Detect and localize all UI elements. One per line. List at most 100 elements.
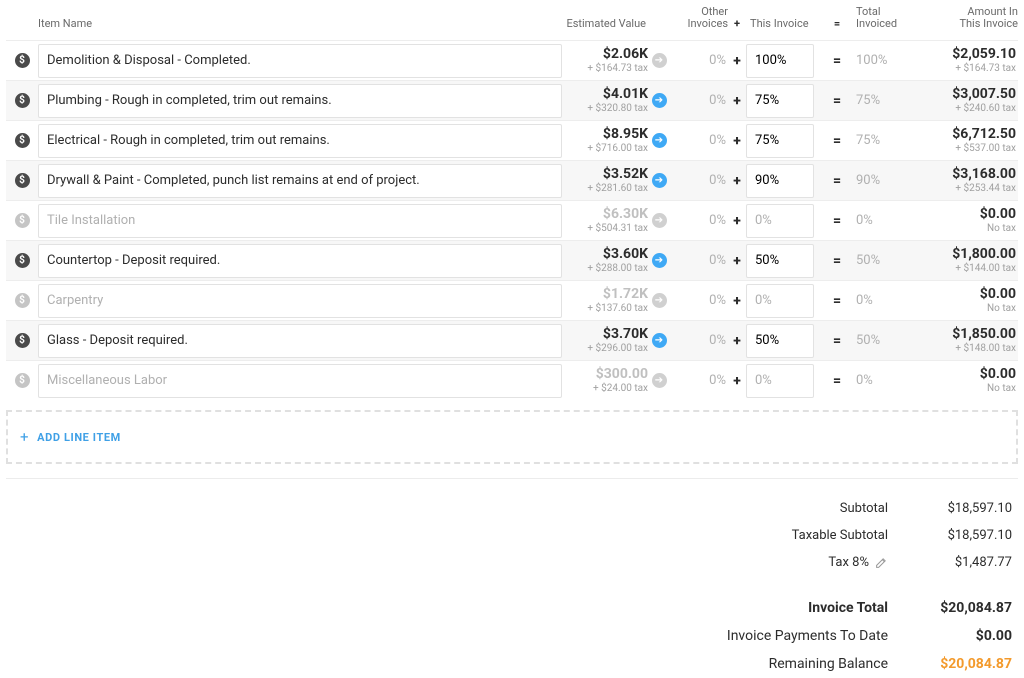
equals-icon: = (822, 293, 852, 309)
table-row: $ Tile Installation $6.30K + $504.31 tax… (6, 200, 1018, 240)
this-invoice-input[interactable] (746, 244, 814, 278)
total-invoiced-value: 100% (852, 53, 908, 68)
dollar-icon: $ (6, 253, 38, 268)
other-invoices-value: 0% (668, 173, 728, 188)
item-name-input[interactable]: Miscellaneous Labor (38, 364, 562, 398)
item-name-input[interactable]: Electrical - Rough in completed, trim ou… (38, 124, 562, 158)
estimated-value: $1.72K + $137.60 tax (562, 287, 650, 313)
header-item-name: Item Name (38, 17, 562, 30)
this-invoice-input[interactable] (746, 284, 814, 318)
dollar-icon: $ (6, 93, 38, 108)
estimated-value: $300.00 + $24.00 tax (562, 367, 650, 393)
amount-value: $0.00 No tax (908, 207, 1018, 233)
copy-arrow-icon[interactable]: ➔ (650, 293, 668, 308)
subtotal-value: $18,597.10 (928, 501, 1012, 516)
remaining-balance-value: $20,084.87 (928, 656, 1012, 672)
other-invoices-value: 0% (668, 53, 728, 68)
table-row: $ Countertop - Deposit required. $3.60K … (6, 240, 1018, 280)
other-invoices-value: 0% (668, 333, 728, 348)
estimated-value: $3.60K + $288.00 tax (562, 247, 650, 273)
remaining-balance-label: Remaining Balance (728, 656, 888, 672)
item-name-input[interactable]: Countertop - Deposit required. (38, 244, 562, 278)
copy-arrow-icon[interactable]: ➔ (650, 213, 668, 228)
amount-value: $3,168.00 + $253.44 tax (908, 167, 1018, 193)
header-estimated: Estimated Value (562, 17, 650, 30)
item-name-input[interactable]: Carpentry (38, 284, 562, 318)
header-other-invoices: Other Invoices (668, 6, 728, 30)
amount-value: $2,059.10 + $164.73 tax (908, 47, 1018, 73)
other-invoices-value: 0% (668, 133, 728, 148)
copy-arrow-icon[interactable]: ➔ (650, 53, 668, 68)
dollar-icon: $ (6, 213, 38, 228)
this-invoice-input[interactable] (746, 84, 814, 118)
header-this-invoice: This Invoice (746, 17, 822, 30)
dollar-icon: $ (6, 53, 38, 68)
estimated-value: $3.70K + $296.00 tax (562, 327, 650, 353)
plus-icon: + (728, 93, 746, 109)
total-invoiced-value: 75% (852, 93, 908, 108)
this-invoice-input[interactable] (746, 44, 814, 78)
other-invoices-value: 0% (668, 293, 728, 308)
this-invoice-input[interactable] (746, 124, 814, 158)
plus-icon: + (728, 373, 746, 389)
table-header: Item Name Estimated Value Other Invoices… (6, 0, 1018, 40)
copy-arrow-icon[interactable]: ➔ (650, 173, 668, 188)
item-name-input[interactable]: Demolition & Disposal - Completed. (38, 44, 562, 78)
tax-label: Tax 8% (728, 555, 888, 570)
taxable-subtotal-label: Taxable Subtotal (728, 528, 888, 543)
dollar-icon: $ (6, 333, 38, 348)
payments-label: Invoice Payments To Date (727, 628, 888, 644)
divider (6, 478, 1018, 479)
add-line-item-label: ADD LINE ITEM (37, 431, 121, 444)
this-invoice-input[interactable] (746, 164, 814, 198)
this-invoice-input[interactable] (746, 204, 814, 238)
copy-arrow-icon[interactable]: ➔ (650, 333, 668, 348)
plus-icon: + (728, 173, 746, 189)
plus-icon: + (20, 428, 29, 446)
invoice-total-value: $20,084.87 (928, 600, 1012, 616)
copy-arrow-icon[interactable]: ➔ (650, 133, 668, 148)
table-row: $ Plumbing - Rough in completed, trim ou… (6, 80, 1018, 120)
dollar-icon: $ (6, 293, 38, 308)
item-name-input[interactable]: Tile Installation (38, 204, 562, 238)
this-invoice-input[interactable] (746, 324, 814, 358)
equals-icon: = (822, 373, 852, 389)
plus-icon: + (728, 17, 746, 30)
table-row: $ Drywall & Paint - Completed, punch lis… (6, 160, 1018, 200)
plus-icon: + (728, 53, 746, 69)
other-invoices-value: 0% (668, 93, 728, 108)
totals-section: Subtotal $18,597.10 Taxable Subtotal $18… (6, 495, 1018, 678)
total-invoiced-value: 90% (852, 173, 908, 188)
copy-arrow-icon[interactable]: ➔ (650, 253, 668, 268)
amount-value: $0.00 No tax (908, 367, 1018, 393)
item-name-input[interactable]: Glass - Deposit required. (38, 324, 562, 358)
table-row: $ Demolition & Disposal - Completed. $2.… (6, 40, 1018, 80)
copy-arrow-icon[interactable]: ➔ (650, 373, 668, 388)
total-invoiced-value: 0% (852, 293, 908, 308)
equals-icon: = (822, 333, 852, 349)
plus-icon: + (728, 253, 746, 269)
item-name-input[interactable]: Plumbing - Rough in completed, trim out … (38, 84, 562, 118)
add-line-item-button[interactable]: + ADD LINE ITEM (6, 410, 1018, 464)
estimated-value: $4.01K + $320.80 tax (562, 87, 650, 113)
this-invoice-input[interactable] (746, 364, 814, 398)
equals-icon: = (822, 253, 852, 269)
tax-value: $1,487.77 (928, 555, 1012, 570)
header-total-invoiced: Total Invoiced (852, 6, 908, 30)
estimated-value: $3.52K + $281.60 tax (562, 167, 650, 193)
dollar-icon: $ (6, 173, 38, 188)
amount-value: $6,712.50 + $537.00 tax (908, 127, 1018, 153)
equals-icon: = (822, 173, 852, 189)
table-row: $ Miscellaneous Labor $300.00 + $24.00 t… (6, 360, 1018, 400)
total-invoiced-value: 50% (852, 253, 908, 268)
item-name-input[interactable]: Drywall & Paint - Completed, punch list … (38, 164, 562, 198)
amount-value: $1,800.00 + $144.00 tax (908, 247, 1018, 273)
equals-icon: = (822, 53, 852, 69)
estimated-value: $2.06K + $164.73 tax (562, 47, 650, 73)
total-invoiced-value: 0% (852, 213, 908, 228)
copy-arrow-icon[interactable]: ➔ (650, 93, 668, 108)
dollar-icon: $ (6, 373, 38, 388)
edit-tax-icon[interactable] (875, 556, 888, 569)
dollar-icon: $ (6, 133, 38, 148)
estimated-value: $6.30K + $504.31 tax (562, 207, 650, 233)
